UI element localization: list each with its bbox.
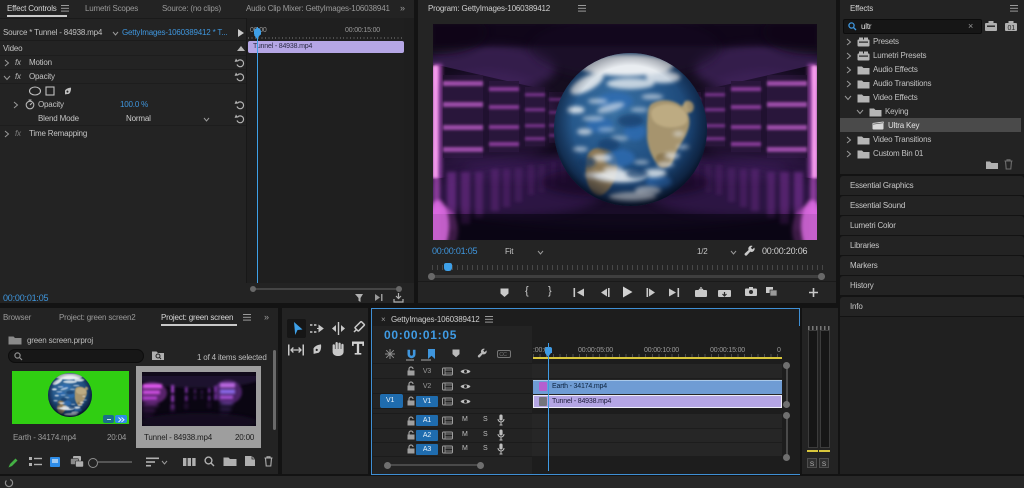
svg-text:01: 01 [1008, 25, 1016, 32]
svg-text:CC: CC [499, 352, 507, 358]
